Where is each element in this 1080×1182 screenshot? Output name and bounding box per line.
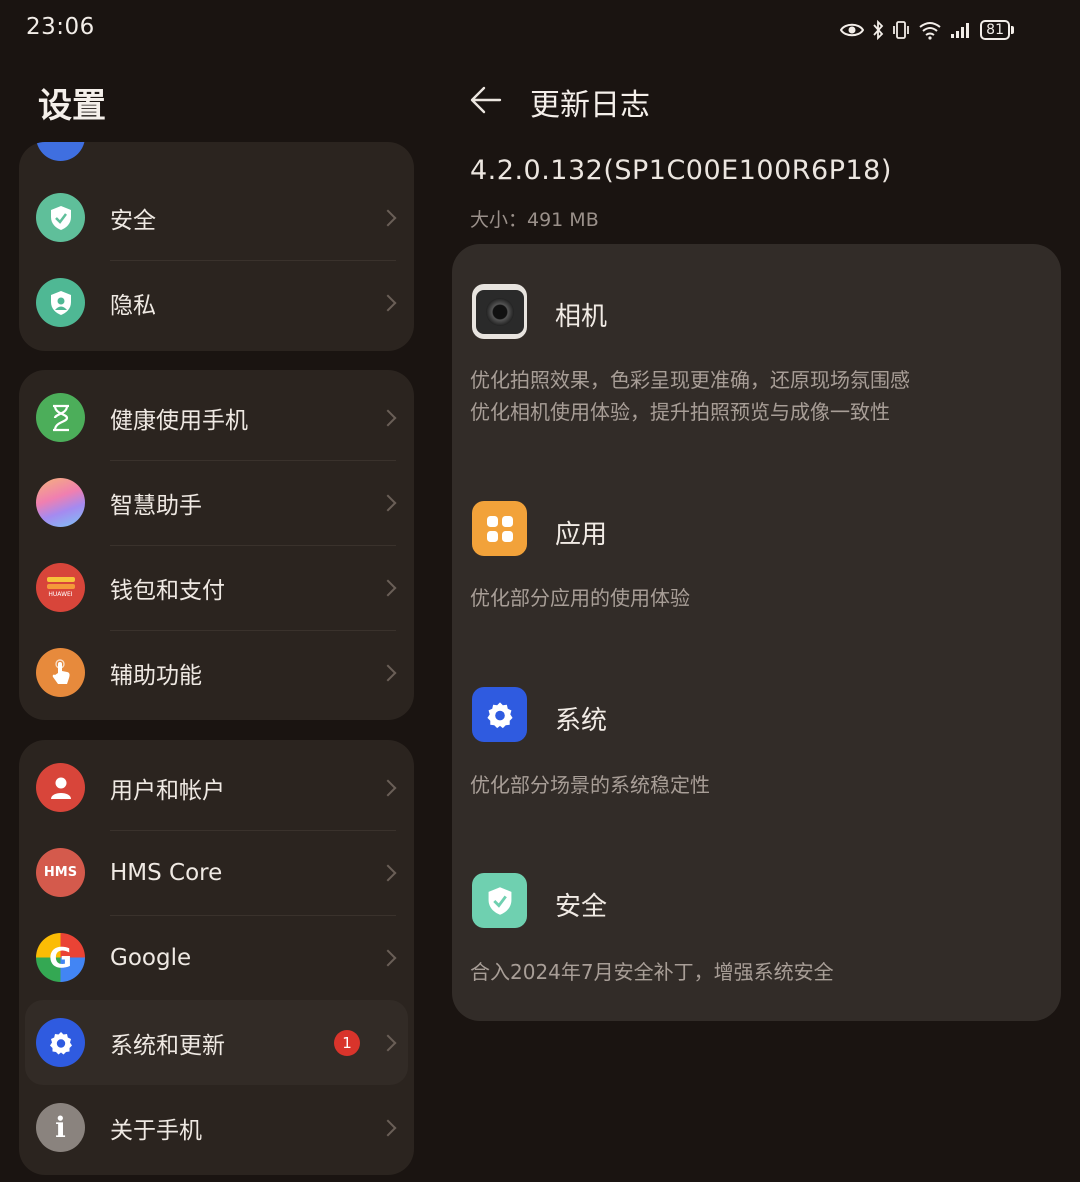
desc-line: 合入2024年7月安全补丁，增强系统安全: [470, 960, 834, 984]
back-arrow-icon[interactable]: [468, 82, 504, 118]
changelog-title: 更新日志: [530, 88, 650, 123]
divider: [110, 630, 396, 631]
hourglass-icon: [36, 393, 85, 442]
divider: [110, 830, 396, 831]
status-bar: 23:06 81: [0, 0, 1080, 60]
chevron-right-icon: [379, 949, 397, 966]
chevron-right-icon: [379, 409, 397, 426]
chevron-right-icon: [379, 864, 397, 881]
hand-icon: [36, 648, 85, 697]
wallet-stripe: [46, 584, 75, 589]
info-icon: i: [36, 1103, 85, 1152]
bluetooth-icon: [873, 20, 884, 40]
section-title-camera: 相机: [555, 302, 608, 332]
settings-item-system-update[interactable]: 系统和更新 1: [25, 1000, 408, 1085]
settings-item-about-phone[interactable]: i 关于手机: [19, 1085, 414, 1170]
settings-group-system: 用户和帐户 HMS HMS Core G Google 系统和更新 1 i 关于…: [19, 740, 414, 1175]
desc-line: 优化部分场景的系统稳定性: [470, 773, 710, 797]
settings-item-label: 隐私: [110, 292, 156, 319]
settings-item-google[interactable]: G Google: [19, 915, 414, 1000]
chevron-right-icon: [379, 1119, 397, 1136]
wallet-stripe: [46, 577, 75, 582]
settings-item-digital-balance[interactable]: 健康使用手机: [19, 375, 414, 460]
user-icon: [36, 763, 85, 812]
hms-icon: HMS: [36, 848, 85, 897]
settings-item-smart-assistant[interactable]: 智慧助手: [19, 460, 414, 545]
section-desc-camera: 优化拍照效果，色彩呈现更准确，还原现场氛围感 优化相机使用体验，提升拍照预览与成…: [470, 364, 910, 428]
gear-icon: [472, 687, 527, 742]
package-size: 大小：491 MB: [470, 209, 599, 231]
gear-icon: [36, 1018, 85, 1067]
settings-group-security: 安全 隐私: [19, 142, 414, 351]
chevron-right-icon: [379, 1034, 397, 1051]
update-badge: 1: [334, 1029, 360, 1056]
status-icons: 81: [840, 16, 1014, 44]
chevron-right-icon: [379, 579, 397, 596]
divider: [110, 915, 396, 916]
settings-item-label: 辅助功能: [110, 662, 202, 689]
settings-item-users[interactable]: 用户和帐户: [19, 745, 414, 830]
signal-icon: [951, 23, 970, 38]
settings-item-label: 系统和更新: [110, 1032, 225, 1059]
status-time: 23:06: [26, 14, 95, 40]
apps-icon: [472, 501, 527, 556]
shield-icon: [36, 193, 85, 242]
settings-item-security[interactable]: 安全: [19, 175, 414, 260]
chevron-right-icon: [379, 209, 397, 226]
assistant-icon: [36, 478, 85, 527]
settings-title: 设置: [38, 86, 106, 126]
wallet-icon: HUAWEI: [36, 563, 85, 612]
divider: [110, 545, 396, 546]
changelog-card: 相机 优化拍照效果，色彩呈现更准确，还原现场氛围感 优化相机使用体验，提升拍照预…: [452, 244, 1061, 1021]
settings-item-hms-core[interactable]: HMS HMS Core: [19, 830, 414, 915]
privacy-icon: [36, 278, 85, 327]
divider: [110, 260, 396, 261]
desc-line: 优化相机使用体验，提升拍照预览与成像一致性: [470, 400, 890, 424]
settings-item-wallet[interactable]: HUAWEI 钱包和支付: [19, 545, 414, 630]
section-title-apps: 应用: [555, 520, 608, 550]
settings-item-label: 用户和帐户: [110, 777, 225, 804]
scrolled-item-icon: [36, 142, 85, 161]
desc-line: 优化部分应用的使用体验: [470, 586, 690, 610]
settings-item-accessibility[interactable]: 辅助功能: [19, 630, 414, 715]
wallet-brand-text: HUAWEI: [48, 591, 73, 598]
version-number: 4.2.0.132(SP1C00E100R6P18): [470, 155, 892, 186]
settings-group-assist: 健康使用手机 智慧助手 HUAWEI 钱包和支付 辅助功能: [19, 370, 414, 720]
google-icon: G: [36, 933, 85, 982]
chevron-right-icon: [379, 494, 397, 511]
settings-item-privacy[interactable]: 隐私: [19, 260, 414, 345]
camera-icon: [472, 284, 527, 339]
settings-item-label: 钱包和支付: [110, 577, 225, 604]
section-title-system: 系统: [555, 706, 608, 736]
chevron-right-icon: [379, 664, 397, 681]
battery-indicator: 81: [980, 20, 1014, 40]
shield-icon: [472, 873, 527, 928]
wifi-icon: [919, 22, 941, 40]
section-title-security: 安全: [555, 892, 608, 922]
settings-item-label: Google: [110, 944, 192, 971]
eye-icon: [840, 23, 865, 37]
section-desc-security: 合入2024年7月安全补丁，增强系统安全: [470, 956, 834, 988]
camera-body: [475, 289, 524, 334]
battery-level: 81: [980, 20, 1010, 40]
settings-item-label: 智慧助手: [110, 492, 202, 519]
settings-item-label: 安全: [110, 207, 156, 234]
camera-lens: [485, 297, 514, 326]
settings-item-label: 关于手机: [110, 1117, 202, 1144]
chevron-right-icon: [379, 294, 397, 311]
battery-tip: [1011, 26, 1014, 34]
chevron-right-icon: [379, 779, 397, 796]
vibrate-icon: [893, 21, 910, 39]
settings-item-label: 健康使用手机: [110, 407, 248, 434]
section-desc-system: 优化部分场景的系统稳定性: [470, 769, 710, 801]
section-desc-apps: 优化部分应用的使用体验: [470, 582, 690, 614]
divider: [110, 460, 396, 461]
settings-item-label: HMS Core: [110, 859, 223, 886]
desc-line: 优化拍照效果，色彩呈现更准确，还原现场氛围感: [470, 368, 910, 392]
